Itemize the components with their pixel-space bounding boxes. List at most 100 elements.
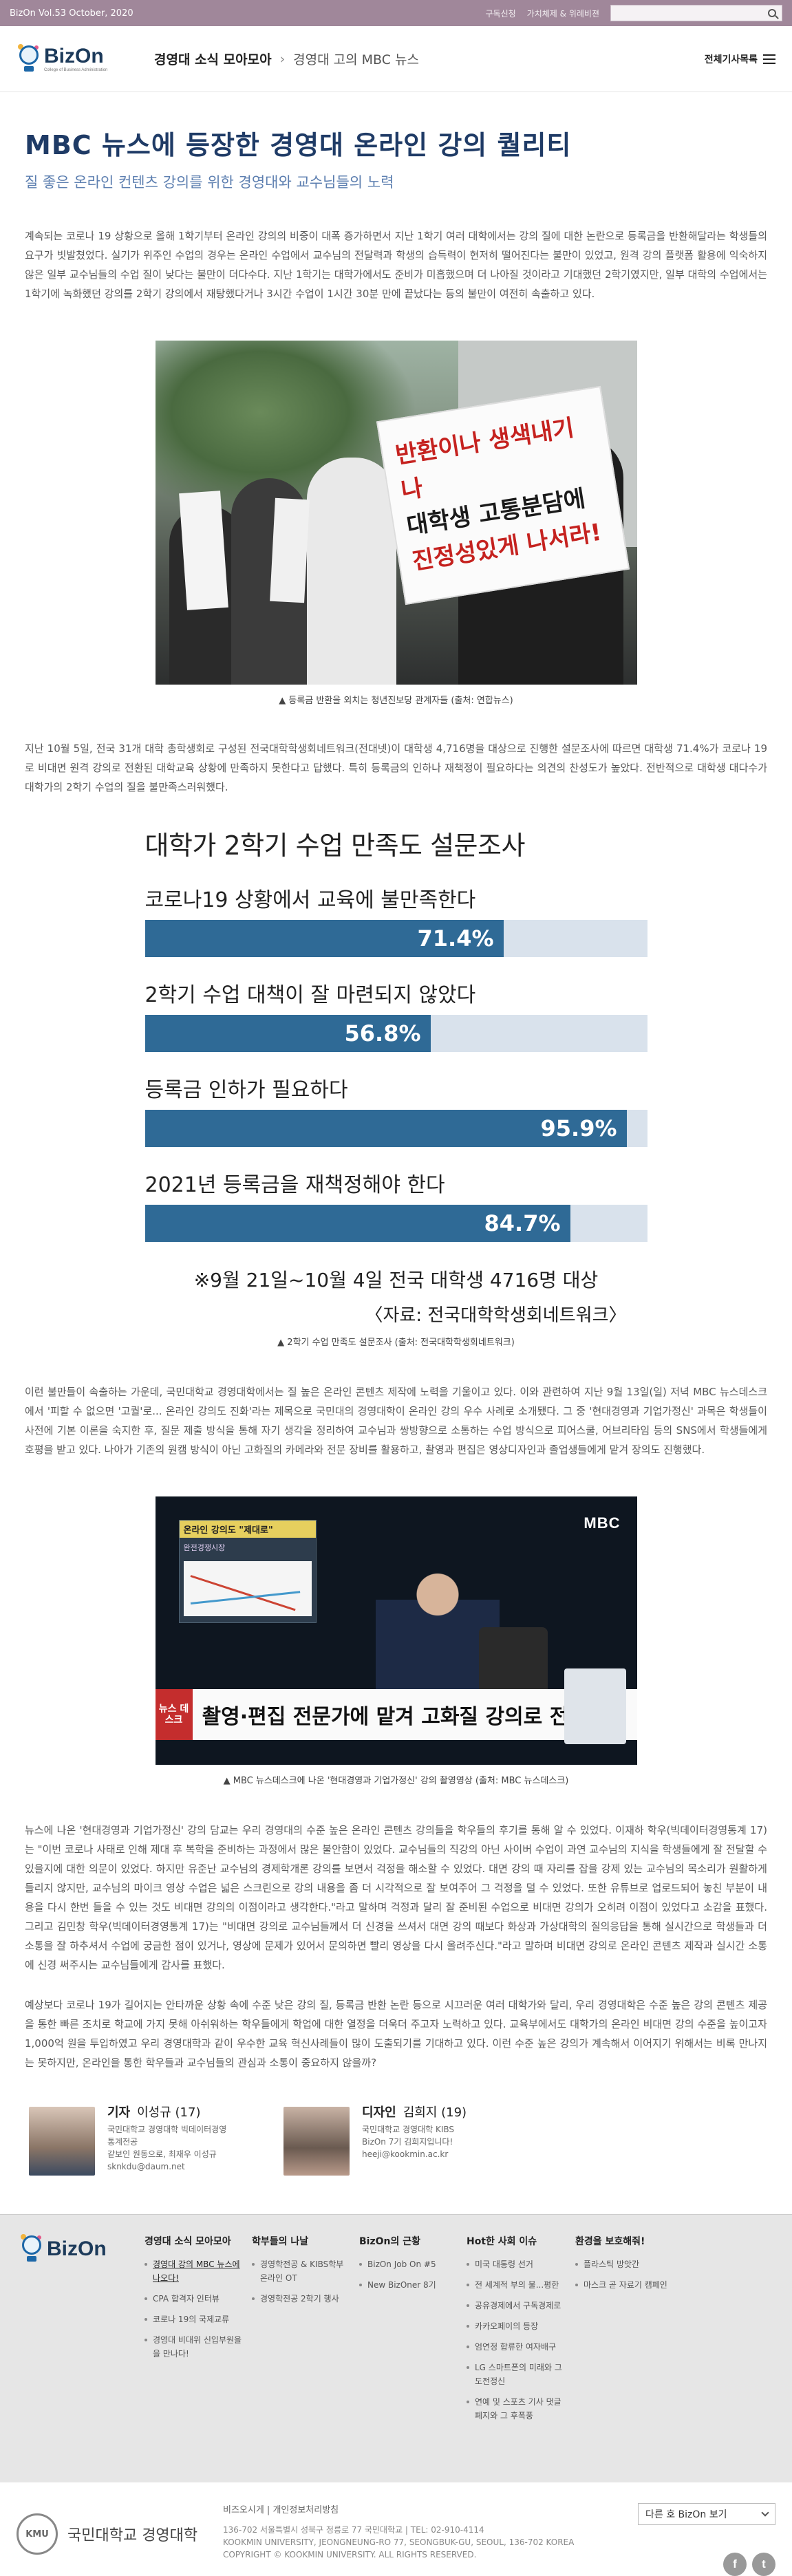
footer-link[interactable]: New BizOner 8기 <box>359 2278 461 2292</box>
bullet-icon <box>145 2339 147 2341</box>
bizon-logo[interactable]: BizOn College of Business Administration <box>17 43 120 74</box>
copyright: COPYRIGHT © KOOKMIN UNIVERSITY. ALL RIGH… <box>223 2550 477 2559</box>
news-video-still: MBC 온라인 강의도 "제대로" 완전경쟁시장 뉴스 데스크 촬영·편집 전문… <box>155 1496 637 1765</box>
footer-link[interactable]: 공유경제에서 구독경제로 <box>467 2299 570 2312</box>
author-section: 기자 이성규 (17) 국민대학교 경영대학 빅데이터경영 통계전공 같보인 원동… <box>25 2107 767 2176</box>
bar-label: 2021년 등록금을 재책정해야 한다 <box>145 1173 445 1197</box>
footer-link[interactable]: 미국 대통령 선거 <box>467 2257 570 2271</box>
chevron-right-icon: › <box>279 51 286 67</box>
address-en: KOOKMIN UNIVERSITY, JEONGNEUNG-RO 77, SE… <box>223 2537 575 2547</box>
footer-link[interactable]: 플라스틱 방앗간 <box>575 2257 678 2271</box>
survey-question: 2학기 수업 대책이 잘 마련되지 않았다 56.8% <box>145 978 647 1052</box>
survey-caption: ▲ 2학기 수업 만족도 설문조사 (출처: 전국대학학생회네트워크) <box>277 1338 515 1348</box>
bullet-icon <box>467 2284 469 2286</box>
video-caption: ▲ MBC 뉴스데스크에 나온 '현대경영과 기업가정신' 강의 촬영영상 (출… <box>223 1776 569 1786</box>
bullet-icon <box>145 2297 147 2300</box>
bar-value-label: 84.7% <box>484 1210 561 1236</box>
issue-select[interactable]: 다른 호 BizOn 보기 <box>638 2503 775 2525</box>
all-articles-button[interactable]: 전체기사목록 <box>705 52 775 66</box>
footer-link[interactable]: 전 세계적 부의 불...평한 <box>467 2278 570 2292</box>
footer-link[interactable]: BizOn Job On #5 <box>359 2257 461 2271</box>
footer-link[interactable]: 연예 및 스포츠 기사 댓글 폐지와 그 후폭풍 <box>467 2395 570 2423</box>
footer-column-title: 경영대 소식 모아모아 <box>145 2236 231 2247</box>
article-subtitle: 질 좋은 온라인 컨텐츠 강의를 위한 경영대와 교수님들의 노력 <box>25 174 394 191</box>
footer-column: 학부들의 나날경영학전공 & KIBS학부 온라인 OT 경영학전공 2학기 행사 <box>252 2234 354 2462</box>
footer-link[interactable]: 경영학전공 & KIBS학부 온라인 OT <box>252 2257 354 2285</box>
author-photo <box>283 2107 350 2176</box>
survey-chart: 대학가 2학기 수업 만족도 설문조사 코로나19 상황에서 교육에 불만족한다… <box>131 824 661 1327</box>
breadcrumb-current: 경영대 고의 MBC 뉴스 <box>293 52 420 67</box>
footer-column: 경영대 소식 모아모아경영대 강의 MBC 뉴스에 나오다! CPA 합격자 인터… <box>145 2234 246 2462</box>
author-card: 디자인 김희지 (19) 국민대학교 경영대학 KIBS BizOn 7기 김희지… <box>283 2107 538 2176</box>
footer-column-title: BizOn의 근황 <box>359 2236 421 2247</box>
search-input[interactable] <box>610 5 782 21</box>
breadcrumb: 경영대 소식 모아모아 › 경영대 고의 MBC 뉴스 <box>154 50 705 68</box>
issue-label: BizOn Vol.53 October, 2020 <box>10 8 133 19</box>
paragraph-4: 뉴스에 나온 '현대경영과 기업가정신' 강의 담교는 우리 경영대의 수준 높… <box>25 1824 767 1971</box>
lightbulb-icon <box>19 2234 44 2264</box>
protest-photo: 반환이나 생색내기나 대학생 고통분담에 진정성있게 나서라! <box>155 341 637 685</box>
footer-link[interactable]: 마스크 곧 자료기 캠페인 <box>575 2278 678 2292</box>
bar-track: 56.8% <box>145 1015 647 1052</box>
footer-link[interactable]: 경영대 비대위 신입부원을 을 만나다! <box>145 2333 246 2361</box>
bullet-icon <box>467 2401 469 2403</box>
survey-question: 등록금 인하가 필요하다 95.9% <box>145 1073 647 1147</box>
footer-link[interactable]: 경영학전공 2학기 행사 <box>252 2292 354 2306</box>
mbc-logo: MBC <box>584 1514 621 1532</box>
site-header: BizOn College of Business Administration… <box>0 26 792 92</box>
bullet-icon <box>359 2263 362 2266</box>
lightbulb-icon <box>17 43 41 74</box>
chart-title: 대학가 2학기 수업 만족도 설문조사 <box>145 830 526 861</box>
protest-sign: 반환이나 생색내기나 대학생 고통분담에 진정성있게 나서라! <box>376 385 630 605</box>
bar-label: 2학기 수업 대책이 잘 마련되지 않았다 <box>145 983 476 1007</box>
footer-link[interactable]: 코로나 19의 국제교류 <box>145 2312 246 2326</box>
hamburger-icon[interactable] <box>763 54 775 64</box>
article: MBC 뉴스에 등장한 경영대 온라인 강의 퀄리티 질 좋은 온라인 컨텐츠 … <box>0 124 792 2176</box>
bullet-icon <box>359 2284 362 2286</box>
bar-label: 코로나19 상황에서 교육에 불만족한다 <box>145 888 476 912</box>
bar-value-label: 71.4% <box>417 925 494 952</box>
school-name: 국민대학교 경영대학 <box>67 2527 198 2544</box>
footer-links[interactable]: 비즈오시게 | 개인정보처리방침 <box>223 2504 638 2517</box>
bullet-icon <box>467 2304 469 2307</box>
bullet-icon <box>575 2263 578 2266</box>
footer-link[interactable]: LG 스마트폰의 미래와 그 도전정신 <box>467 2361 570 2388</box>
kmu-logo: KMU 국민대학교 경영대학 <box>17 2503 223 2565</box>
footer-column-title: Hot한 사회 이슈 <box>467 2236 537 2247</box>
footer-link[interactable]: 카카오페이의 등장 <box>467 2319 570 2333</box>
paragraph-1: 계속되는 코로나 19 상황으로 올해 1학기부터 온라인 강의의 비중이 대폭… <box>25 230 767 300</box>
vision-link[interactable]: 가치체제 & 위례비젼 <box>527 8 599 19</box>
logo-text: BizOn College of Business Administration <box>44 44 108 72</box>
paragraph-5: 예상보다 코로나 19가 길어지는 안타까운 상황 속에 수준 낮은 강의 질,… <box>25 1999 767 2069</box>
bullet-icon <box>467 2325 469 2328</box>
breadcrumb-category[interactable]: 경영대 소식 모아모아 <box>154 50 272 68</box>
footer-column: 환경을 보호해줘! 플라스틱 방앗간마스크 곧 자료기 캠페인 <box>575 2234 678 2462</box>
facebook-icon[interactable]: f <box>723 2553 747 2576</box>
paragraph-2: 지난 10월 5일, 전국 31개 대학 총학생회로 구성된 전국대학학생회네트… <box>25 742 767 793</box>
video-screen-panel: 온라인 강의도 "제대로" 완전경쟁시장 <box>178 1520 317 1623</box>
photo-caption: ▲ 등록금 반환을 외치는 청년진보당 관계자들 (출처: 연합뉴스) <box>279 696 513 706</box>
footer-link[interactable]: 경영대 강의 MBC 뉴스에 나오다! <box>145 2257 246 2285</box>
footer-nav: BizOn 경영대 소식 모아모아경영대 강의 MBC 뉴스에 나오다! CPA … <box>0 2214 792 2482</box>
footer-column: Hot한 사회 이슈미국 대통령 선거전 세계적 부의 불...평한공유경제에서… <box>467 2234 570 2462</box>
bullet-icon <box>145 2263 147 2266</box>
bullet-icon <box>252 2297 255 2300</box>
subscribe-link[interactable]: 구독신청 <box>486 8 516 19</box>
author-card: 기자 이성규 (17) 국민대학교 경영대학 빅데이터경영 통계전공 같보인 원동… <box>29 2107 283 2176</box>
footer-logo[interactable]: BizOn <box>19 2234 145 2462</box>
footer-link[interactable]: 엄연정 합류한 여자배구 <box>467 2340 570 2354</box>
footer-column-title: 학부들의 나날 <box>252 2236 309 2247</box>
survey-question: 2021년 등록금을 재책정해야 한다 84.7% <box>145 1168 647 1242</box>
top-bar: BizOn Vol.53 October, 2020 구독신청 가치체제 & 위… <box>0 0 792 26</box>
search-icon[interactable] <box>768 9 776 17</box>
survey-question: 코로나19 상황에서 교육에 불만족한다 71.4% <box>145 883 647 957</box>
bullet-icon <box>252 2263 255 2266</box>
footer-link[interactable]: CPA 합격자 인터뷰 <box>145 2292 246 2306</box>
bar-value-label: 56.8% <box>344 1020 421 1046</box>
bullet-icon <box>575 2284 578 2286</box>
bullet-icon <box>467 2346 469 2348</box>
twitter-icon[interactable]: t <box>752 2553 775 2576</box>
address: 136-702 서울특별시 성북구 정릉로 77 국민대학교 | TEL: 02… <box>223 2525 484 2535</box>
footer-column-title: 환경을 보호해줘! <box>575 2236 645 2247</box>
site-footer: KMU 국민대학교 경영대학 비즈오시게 | 개인정보처리방침 136-702 … <box>0 2482 792 2576</box>
